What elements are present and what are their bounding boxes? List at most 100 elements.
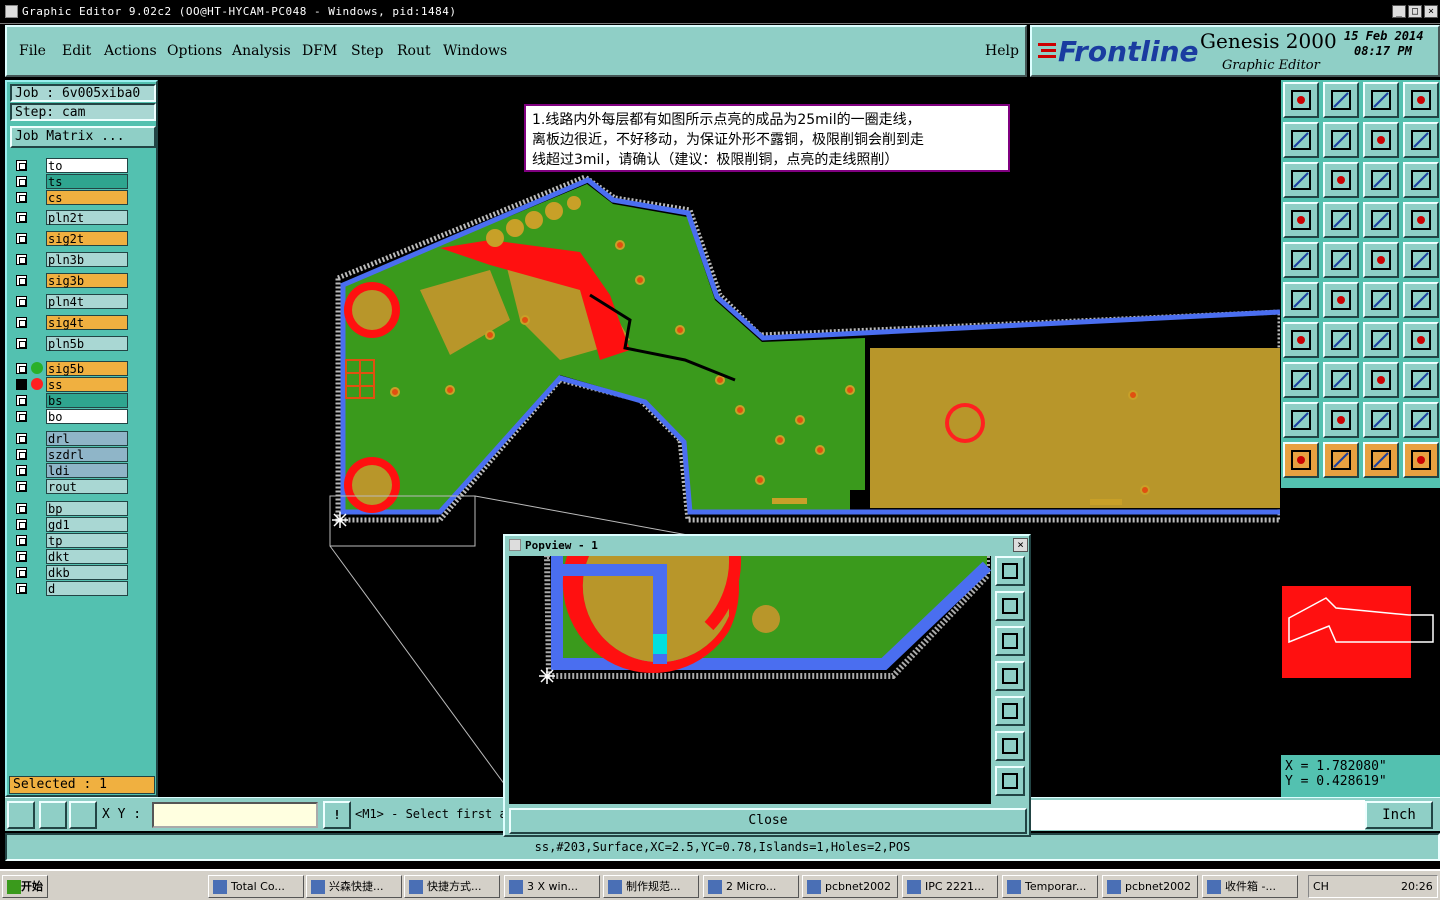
grid-icon[interactable]: [69, 801, 97, 829]
layer-checkbox[interactable]: [16, 503, 27, 514]
snap-icon[interactable]: [1403, 122, 1439, 158]
undo-icon[interactable]: [1363, 122, 1399, 158]
panel-icon[interactable]: [1403, 82, 1439, 118]
mirror-icon[interactable]: [1403, 322, 1439, 358]
layer-checkbox[interactable]: [16, 363, 27, 374]
layer-row-sig4t[interactable]: sig4t: [11, 315, 131, 330]
layer-row-ss[interactable]: ss: [11, 377, 131, 392]
layer-checkbox[interactable]: [16, 160, 27, 171]
layer-row-szdrl[interactable]: szdrl: [11, 447, 131, 462]
layer-row-sig2t[interactable]: sig2t: [11, 231, 131, 246]
layer-row-to[interactable]: to: [11, 158, 131, 173]
line-icon[interactable]: [1363, 282, 1399, 318]
taskbar-item[interactable]: IPC 2221...: [902, 875, 998, 898]
edit-arrow-icon[interactable]: [1363, 442, 1399, 478]
layer-view-icon[interactable]: [1363, 82, 1399, 118]
fit-icon[interactable]: [1283, 162, 1319, 198]
layer-row-bs[interactable]: bs: [11, 393, 131, 408]
taskbar-item[interactable]: pcbnet2002: [802, 875, 898, 898]
layer-row-bp[interactable]: bp: [11, 501, 131, 516]
layer-checkbox[interactable]: [16, 212, 27, 223]
zoom-window-icon[interactable]: [995, 556, 1025, 586]
layer-checkbox[interactable]: [16, 176, 27, 187]
layer-checkbox[interactable]: [16, 411, 27, 422]
select-arrow-icon[interactable]: [1323, 442, 1359, 478]
angle-icon[interactable]: [1283, 322, 1319, 358]
horizontal-icon[interactable]: [1323, 362, 1359, 398]
home-icon[interactable]: [1283, 82, 1319, 118]
layer-checkbox[interactable]: [16, 583, 27, 594]
xy-input[interactable]: [152, 802, 318, 828]
layer-checkbox[interactable]: [16, 395, 27, 406]
overview-map[interactable]: [1281, 490, 1440, 752]
grid-icon[interactable]: [1323, 202, 1359, 238]
alert-icon[interactable]: !: [323, 801, 351, 829]
layer-checkbox[interactable]: [16, 317, 27, 328]
scale-icon[interactable]: [1363, 162, 1399, 198]
minimize-button[interactable]: _: [1392, 5, 1406, 18]
shape-icon[interactable]: [1403, 402, 1439, 438]
layer-row-pln2t[interactable]: pln2t: [11, 210, 131, 225]
connect-icon[interactable]: [1283, 282, 1319, 318]
zoom-in-icon[interactable]: [995, 766, 1025, 796]
save-icon[interactable]: [1323, 82, 1359, 118]
pan-left-icon[interactable]: [995, 661, 1025, 691]
layer-row-tp[interactable]: tp: [11, 533, 131, 548]
taskbar-item[interactable]: 收件箱 -...: [1202, 875, 1298, 898]
layer-checkbox[interactable]: [16, 535, 27, 546]
taskbar-item[interactable]: 制作规范...: [603, 875, 699, 898]
layer-checkbox[interactable]: [16, 275, 27, 286]
taskbar-item[interactable]: Total Co...: [208, 875, 304, 898]
layer-row-dkb[interactable]: dkb: [11, 565, 131, 580]
taskbar-item[interactable]: pcbnet2002: [1102, 875, 1198, 898]
menu-actions[interactable]: Actions: [104, 43, 157, 59]
menu-windows[interactable]: Windows: [443, 43, 507, 59]
stretch-icon[interactable]: [1363, 362, 1399, 398]
language-indicator[interactable]: CH: [1313, 880, 1329, 893]
taskbar-item[interactable]: 3 X win...: [504, 875, 600, 898]
arc-icon[interactable]: [1403, 282, 1439, 318]
layer-row-d[interactable]: d: [11, 581, 131, 596]
corner-icon[interactable]: [1283, 402, 1319, 438]
pad-icon[interactable]: [1403, 242, 1439, 278]
pan-icon[interactable]: [1323, 162, 1359, 198]
stop-icon[interactable]: [1323, 242, 1359, 278]
triangle-icon[interactable]: [1323, 402, 1359, 438]
menu-file[interactable]: File: [19, 43, 46, 59]
ruler-icon[interactable]: [1363, 242, 1399, 278]
layer-checkbox[interactable]: [16, 551, 27, 562]
layer-row-cs[interactable]: cs: [11, 190, 131, 205]
measure-icon[interactable]: [39, 801, 67, 829]
layer-checkbox[interactable]: [16, 192, 27, 203]
layer-row-pln4t[interactable]: pln4t: [11, 294, 131, 309]
layer-row-ldi[interactable]: ldi: [11, 463, 131, 478]
apex-icon[interactable]: [1363, 402, 1399, 438]
zoom-fit-icon[interactable]: [7, 801, 35, 829]
maximize-button[interactable]: □: [1408, 5, 1422, 18]
layer-checkbox[interactable]: [16, 519, 27, 530]
layer-checkbox[interactable]: [16, 465, 27, 476]
layer-checkbox[interactable]: [16, 433, 27, 444]
layer-checkbox[interactable]: [16, 296, 27, 307]
layer-row-ts[interactable]: ts: [11, 174, 131, 189]
layer-checkbox[interactable]: [16, 254, 27, 265]
close-window-button[interactable]: ×: [1424, 5, 1438, 18]
menu-edit[interactable]: Edit: [62, 43, 91, 59]
group-icon[interactable]: [1403, 362, 1439, 398]
pan-down-icon[interactable]: [995, 626, 1025, 656]
taskbar-item[interactable]: 2 Micro...: [703, 875, 799, 898]
layer-checkbox[interactable]: [16, 567, 27, 578]
job-matrix-button[interactable]: Job Matrix ...: [10, 126, 156, 148]
layer-row-sig3b[interactable]: sig3b: [11, 273, 131, 288]
taskbar-item[interactable]: Temporar...: [1002, 875, 1098, 898]
menu-rout[interactable]: Rout: [397, 43, 431, 59]
pan-up-icon[interactable]: [995, 591, 1025, 621]
pointer-icon[interactable]: [1283, 442, 1319, 478]
popview-close-button[interactable]: Close: [509, 808, 1027, 834]
popview-close-icon[interactable]: ×: [1013, 538, 1028, 552]
layer-row-gd1[interactable]: gd1: [11, 517, 131, 532]
layer-checkbox[interactable]: [16, 481, 27, 492]
move-arrow-icon[interactable]: [1403, 442, 1439, 478]
menu-step[interactable]: Step: [351, 43, 383, 59]
feature-icon[interactable]: [1363, 202, 1399, 238]
